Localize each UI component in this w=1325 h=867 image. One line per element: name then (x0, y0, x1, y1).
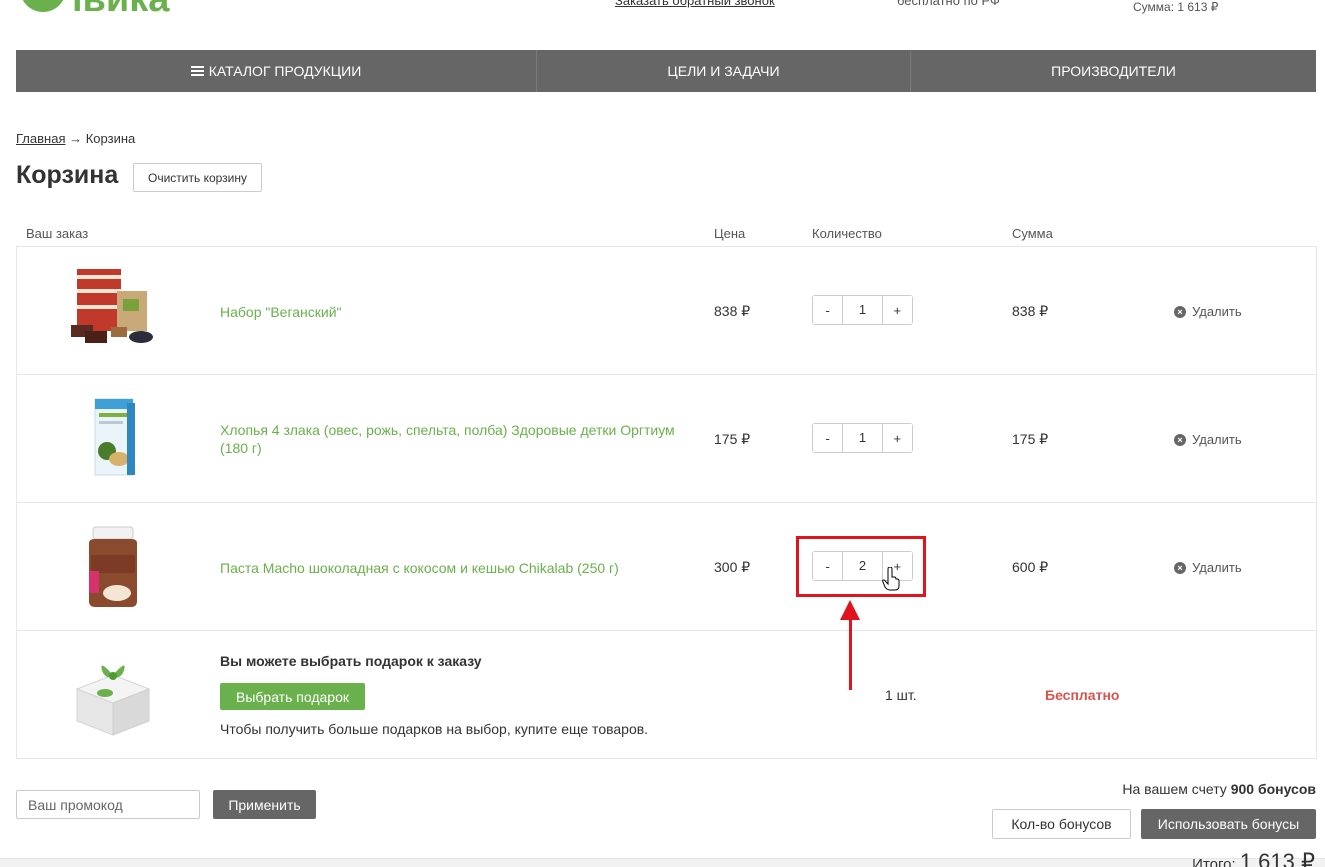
remove-button[interactable]: × Удалить (1174, 560, 1242, 575)
header-price: Цена (714, 226, 746, 241)
menu-icon (190, 64, 204, 78)
gift-price-free: Бесплатно (1045, 687, 1120, 703)
product-sum: 838 ₽ (1012, 303, 1049, 319)
qty-input[interactable]: 1 (842, 424, 883, 452)
cart-table: Набор "Веганский" 838 ₽ - 1 + 838 ₽ × Уд… (16, 246, 1317, 759)
cart-row: Паста Macho шоколадная с кокосом и кешью… (17, 503, 1316, 631)
total-value: 1 613 ₽ (1239, 849, 1315, 867)
product-price: 838 ₽ (714, 303, 751, 319)
quantity-stepper: - 1 + (812, 295, 913, 325)
breadcrumb-current: Корзина (85, 131, 136, 146)
main-nav: КАТАЛОГ ПРОДУКЦИИ ЦЕЛИ И ЗАДАЧИ ПРОИЗВОД… (16, 50, 1316, 92)
remove-icon: × (1174, 433, 1186, 446)
gift-note: Чтобы получить больше подарков на выбор,… (220, 721, 649, 737)
callback-link[interactable]: Заказать обратный звонок (615, 0, 775, 8)
product-name-link[interactable]: Хлопья 4 злака (овес, рожь, спельта, пол… (220, 421, 700, 457)
cart-row: Набор "Веганский" 838 ₽ - 1 + 838 ₽ × Уд… (17, 247, 1316, 375)
nav-item-label: КАТАЛОГ ПРОДУКЦИИ (208, 63, 362, 79)
order-total: Итого: 1 613 ₽ (1192, 849, 1315, 867)
product-price: 175 ₽ (714, 431, 751, 447)
remove-label: Удалить (1192, 432, 1242, 447)
highlight-box (796, 536, 926, 597)
logo-text: iвика (72, 0, 169, 20)
gift-quantity: 1 шт. (885, 687, 917, 703)
product-image-macho-paste[interactable] (67, 521, 159, 613)
choose-gift-button[interactable]: Выбрать подарок (220, 683, 365, 710)
remove-label: Удалить (1192, 304, 1242, 319)
quantity-stepper: - 1 + (812, 423, 913, 453)
bonus-amount: 900 бонусов (1230, 781, 1316, 797)
product-price: 300 ₽ (714, 559, 751, 575)
remove-label: Удалить (1192, 560, 1242, 575)
nav-item-manufacturers[interactable]: ПРОИЗВОДИТЕЛИ (911, 50, 1316, 92)
cart-row: Хлопья 4 злака (овес, рожь, спельта, пол… (17, 375, 1316, 503)
breadcrumb: Главная → Корзина (16, 131, 135, 146)
leaf-icon (20, 0, 66, 12)
qty-plus-button[interactable]: + (882, 296, 912, 324)
cart-sum[interactable]: Сумма: 1 613 ₽ (1133, 0, 1218, 14)
product-image-vegan-set[interactable] (67, 265, 159, 357)
bonus-balance: На вашем счету 900 бонусов (1122, 781, 1316, 797)
footer-strip (0, 858, 1325, 867)
free-shipping-text: бесплатно по РФ (897, 0, 1000, 8)
nav-item-label: ЦЕЛИ И ЗАДАЧИ (667, 63, 780, 79)
product-sum: 175 ₽ (1012, 431, 1049, 447)
qty-minus-button[interactable]: - (813, 424, 843, 452)
bonus-label: На вашем счету (1122, 781, 1227, 797)
product-name-link[interactable]: Набор "Веганский" (220, 303, 700, 321)
breadcrumb-home-link[interactable]: Главная (16, 131, 65, 146)
page-title: Корзина (16, 161, 119, 189)
nav-item-catalog[interactable]: КАТАЛОГ ПРОДУКЦИИ (16, 50, 537, 92)
header-order: Ваш заказ (26, 226, 89, 241)
header-sum: Сумма (1012, 226, 1053, 241)
total-label: Итого: (1192, 856, 1236, 867)
remove-icon: × (1174, 305, 1186, 318)
arrow-shaft (849, 612, 852, 690)
qty-plus-button[interactable]: + (882, 424, 912, 452)
remove-button[interactable]: × Удалить (1174, 432, 1242, 447)
product-image-cereal-flakes[interactable] (67, 393, 159, 485)
clear-cart-button[interactable]: Очистить корзину (133, 163, 262, 192)
nav-item-label: ПРОИЗВОДИТЕЛИ (1051, 63, 1176, 79)
gift-title: Вы можете выбрать подарок к заказу (220, 653, 482, 669)
nav-item-goals[interactable]: ЦЕЛИ И ЗАДАЧИ (537, 50, 911, 92)
gift-row: Вы можете выбрать подарок к заказу Выбра… (17, 631, 1316, 759)
top-header: iвика Заказать обратный звонок бесплатно… (0, 0, 1325, 20)
product-name-link[interactable]: Паста Macho шоколадная с кокосом и кешью… (220, 559, 700, 577)
apply-promo-button[interactable]: Применить (213, 790, 316, 819)
gift-box-image (75, 665, 151, 736)
header-quantity: Количество (812, 226, 882, 241)
qty-minus-button[interactable]: - (813, 296, 843, 324)
breadcrumb-separator: → (65, 131, 86, 146)
bonus-count-button[interactable]: Кол-во бонусов (992, 809, 1131, 839)
hand-cursor-icon (882, 567, 900, 591)
use-bonus-button[interactable]: Использовать бонусы (1141, 809, 1316, 839)
remove-button[interactable]: × Удалить (1174, 304, 1242, 319)
remove-icon: × (1174, 561, 1186, 574)
qty-input[interactable]: 1 (842, 296, 883, 324)
site-logo[interactable]: iвика (20, 0, 169, 20)
product-sum: 600 ₽ (1012, 559, 1049, 575)
promo-code-input[interactable] (16, 790, 200, 819)
